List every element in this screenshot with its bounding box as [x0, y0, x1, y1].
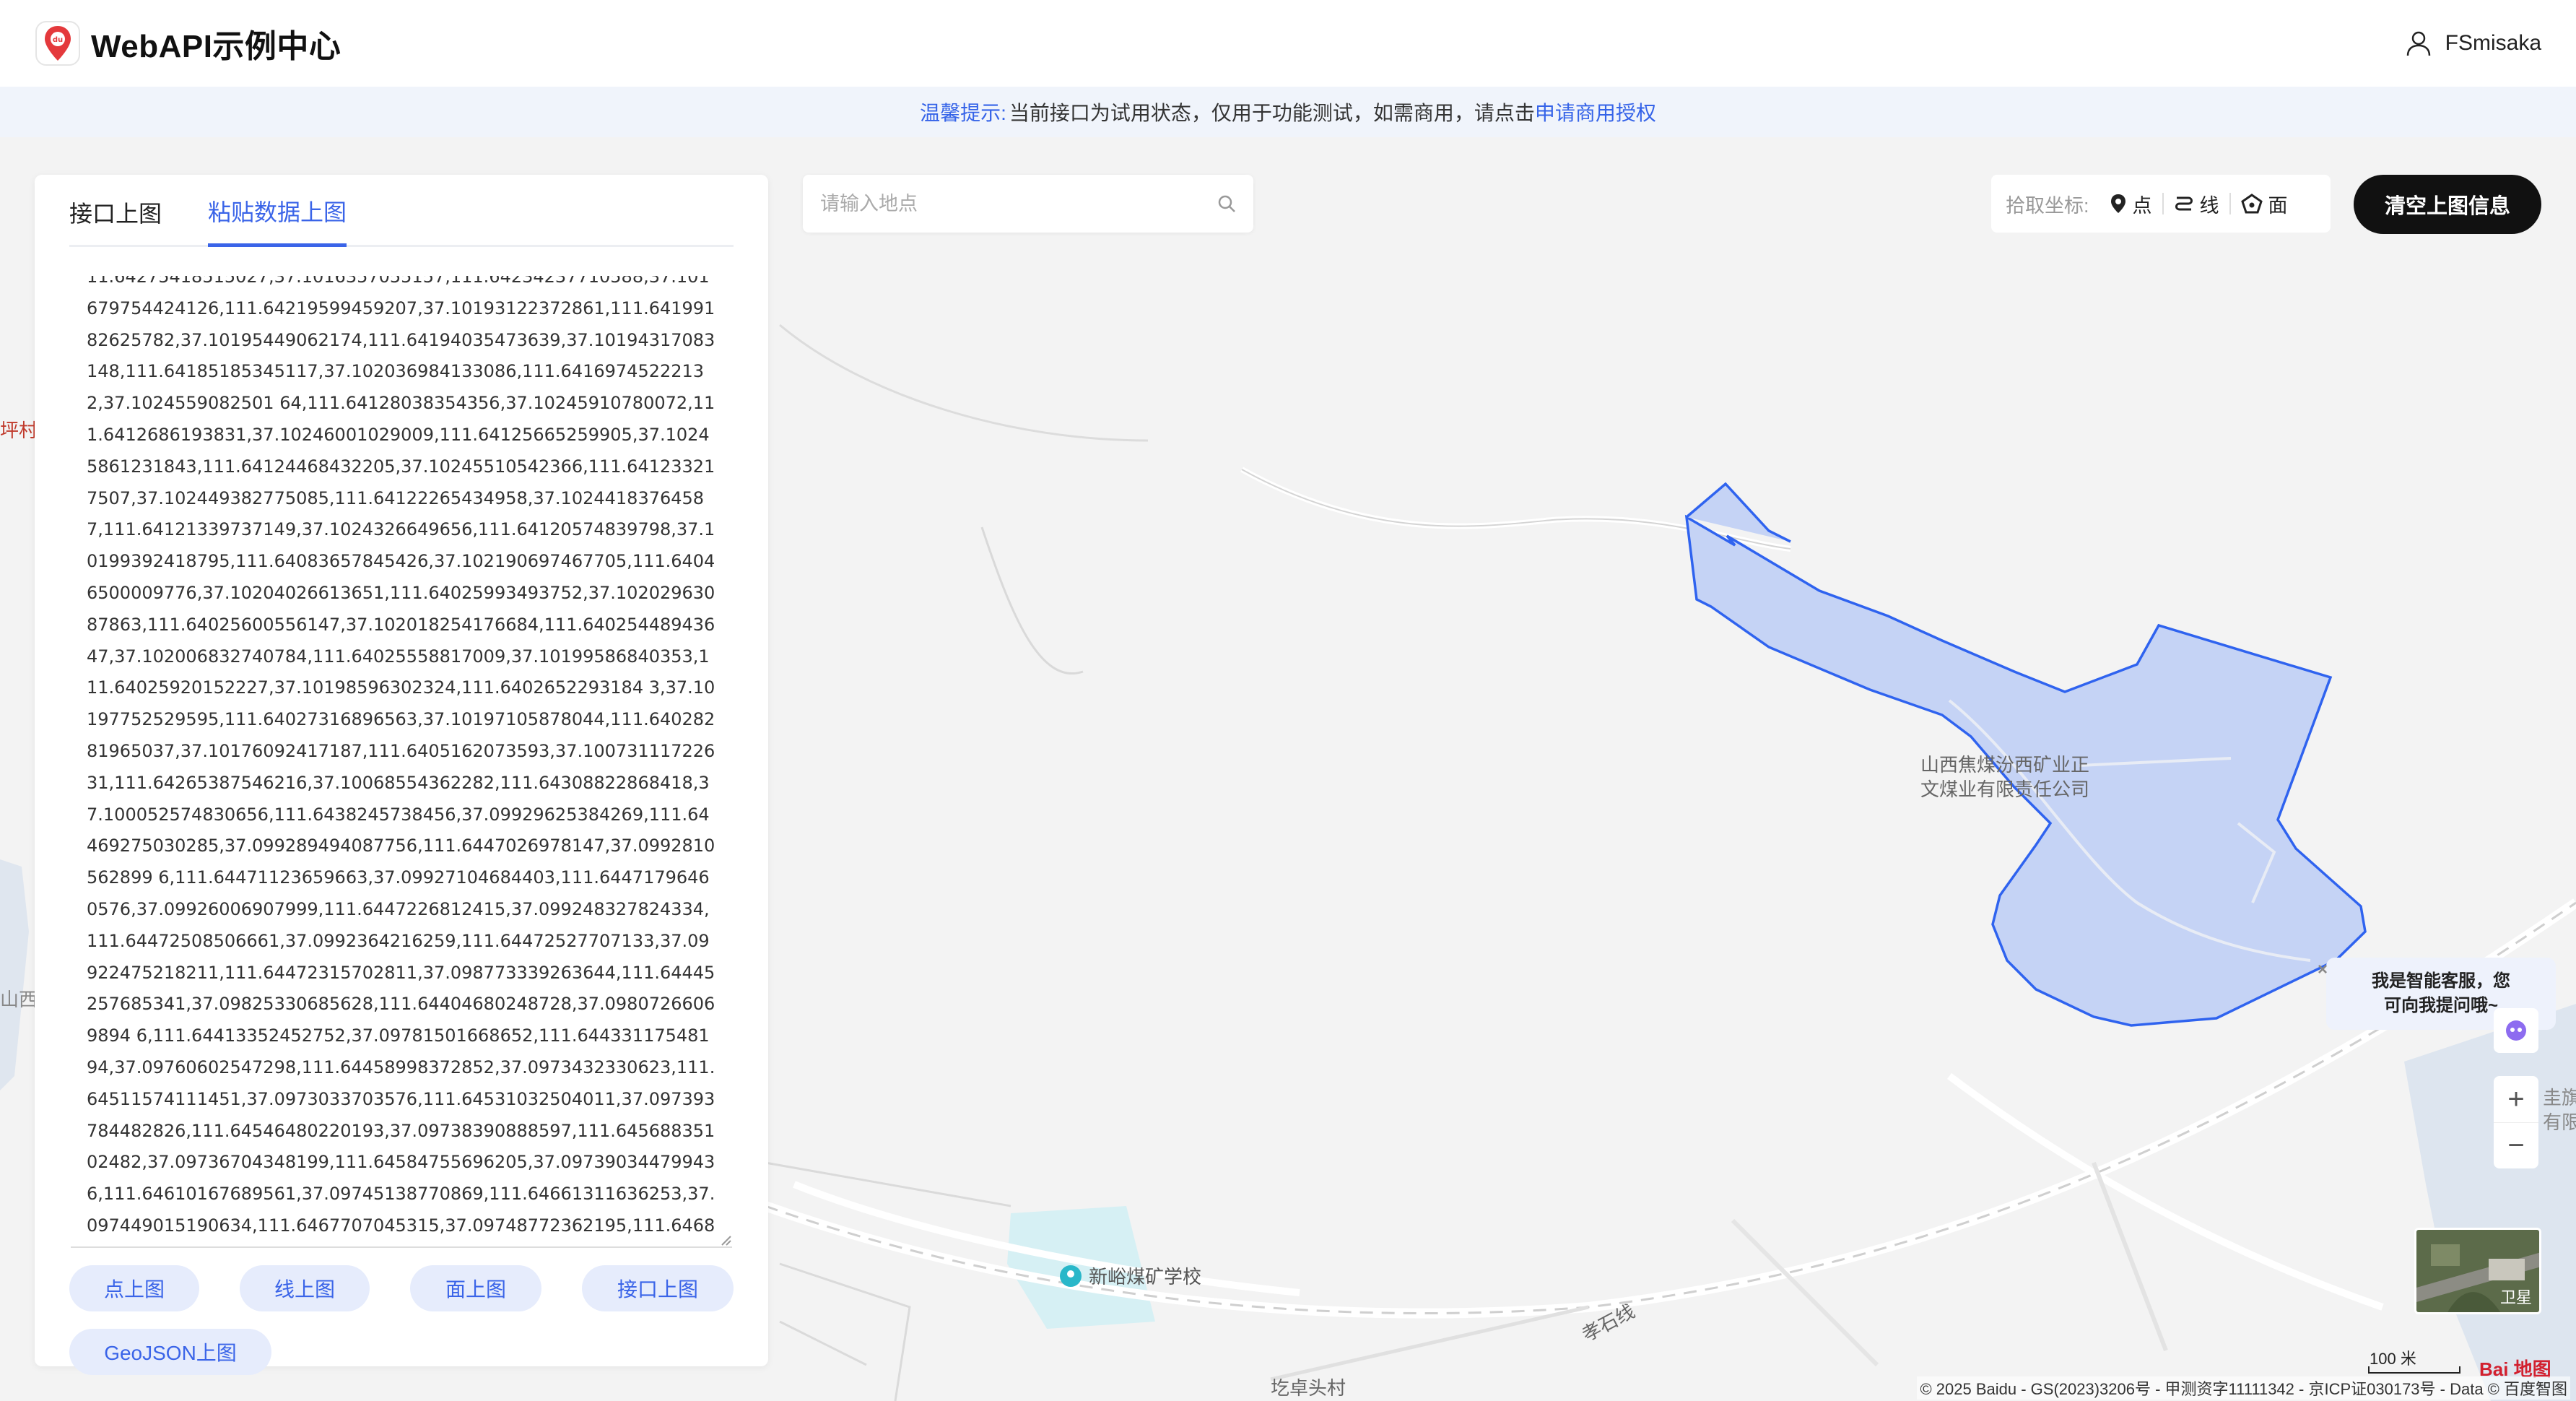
top-header: du WebAPI示例中心 FSmisaka: [0, 0, 2576, 87]
close-icon[interactable]: ×: [2318, 958, 2328, 982]
line-upload-button[interactable]: 线上图: [240, 1265, 370, 1311]
pick-point-label: 点: [2132, 194, 2152, 217]
left-edge-label-2: 山西: [0, 989, 38, 1010]
poi-company-line1: 山西焦煤汾西矿业正: [1920, 754, 2090, 776]
poi-school[interactable]: 新峪煤矿学校: [1058, 1262, 1201, 1289]
pick-polygon-label: 面: [2268, 194, 2288, 217]
resize-grip-icon[interactable]: [719, 1233, 732, 1246]
assistant-bot-button[interactable]: [2494, 1008, 2538, 1053]
zoom-in-button[interactable]: +: [2494, 1076, 2538, 1122]
geojson-upload-button[interactable]: GeoJSON上图: [69, 1329, 271, 1375]
search-icon[interactable]: [1217, 194, 1236, 213]
trial-notice: 温馨提示: 当前接口为试用状态，仅用于功能测试，如需商用，请点击 申请商用授权: [0, 87, 2576, 137]
right-edge-label-2: 有限: [2543, 1111, 2576, 1133]
pick-polygon-button[interactable]: 面: [2231, 190, 2298, 218]
poi-company-line2: 文煤业有限责任公司: [1920, 778, 2090, 800]
username: FSmisaka: [2445, 31, 2541, 55]
baidu-map-logo-icon: du: [35, 21, 80, 66]
data-panel: 接口上图 粘贴数据上图 11.64275418515027,37.1016357…: [35, 175, 768, 1375]
polygon-upload-button[interactable]: 面上图: [410, 1265, 541, 1311]
clear-map-button[interactable]: 清空上图信息: [2354, 175, 2541, 234]
school-pin-icon: [1060, 1265, 1082, 1287]
village-label: 圪卓头村: [1271, 1377, 1346, 1399]
pick-label: 拾取坐标:: [2006, 194, 2089, 217]
polygon-icon: [2240, 194, 2263, 214]
assistant-line1: 我是智能客服，您: [2372, 971, 2510, 991]
satellite-toggle[interactable]: 卫星: [2414, 1228, 2541, 1314]
app-title: WebAPI示例中心: [91, 29, 341, 64]
tab-paste-data[interactable]: 粘贴数据上图: [208, 194, 347, 247]
notice-text: 当前接口为试用状态，仅用于功能测试，如需商用，请点击: [1009, 102, 1535, 124]
tab-api-upload[interactable]: 接口上图: [69, 196, 162, 245]
right-edge-label-1: 圭旗: [2543, 1087, 2576, 1109]
map-copyright: © 2025 Baidu - GS(2023)3206号 - 甲测资字11111…: [1917, 1376, 2570, 1400]
point-upload-button[interactable]: 点上图: [69, 1265, 199, 1311]
poi-school-label: 新峪煤矿学校: [1089, 1266, 1202, 1288]
brand[interactable]: du WebAPI示例中心: [35, 20, 341, 66]
left-edge-label: 坪村: [0, 420, 38, 441]
place-search-input[interactable]: [820, 192, 1217, 215]
api-upload-button[interactable]: 接口上图: [582, 1265, 734, 1311]
svg-text:du: du: [53, 36, 63, 44]
pick-line-label: 线: [2199, 194, 2219, 217]
scale-bar: [2368, 1366, 2460, 1374]
coordinate-data-text: 11.64275418515027,37.1016357055157,111.6…: [87, 276, 715, 1236]
assistant-line2: 可向我提问哦~: [2383, 996, 2498, 1015]
pick-point-button[interactable]: 点: [2099, 190, 2162, 218]
notice-label: 温馨提示:: [920, 102, 1006, 124]
zoom-out-button[interactable]: −: [2494, 1122, 2538, 1168]
location-pin-icon: [2110, 194, 2125, 213]
polyline-icon: [2175, 196, 2193, 211]
chatbot-icon: [2506, 1020, 2526, 1041]
place-search: [803, 175, 1253, 233]
satellite-label: 卫星: [2499, 1288, 2532, 1306]
zoom-control: + −: [2494, 1076, 2538, 1168]
panel-tabs: 接口上图 粘贴数据上图: [69, 175, 734, 247]
coordinate-data-textarea[interactable]: 11.64275418515027,37.1016357055157,111.6…: [71, 276, 732, 1248]
pick-line-button[interactable]: 线: [2164, 190, 2229, 218]
pick-coordinate-toolbar: 拾取坐标: 点 线 面: [1991, 175, 2331, 233]
user-icon: [2406, 31, 2430, 56]
apply-license-link[interactable]: 申请商用授权: [1535, 97, 1656, 126]
user-menu[interactable]: FSmisaka: [2405, 30, 2541, 57]
poi-company-label[interactable]: 山西焦煤汾西矿业正 文煤业有限责任公司: [1920, 752, 2089, 802]
